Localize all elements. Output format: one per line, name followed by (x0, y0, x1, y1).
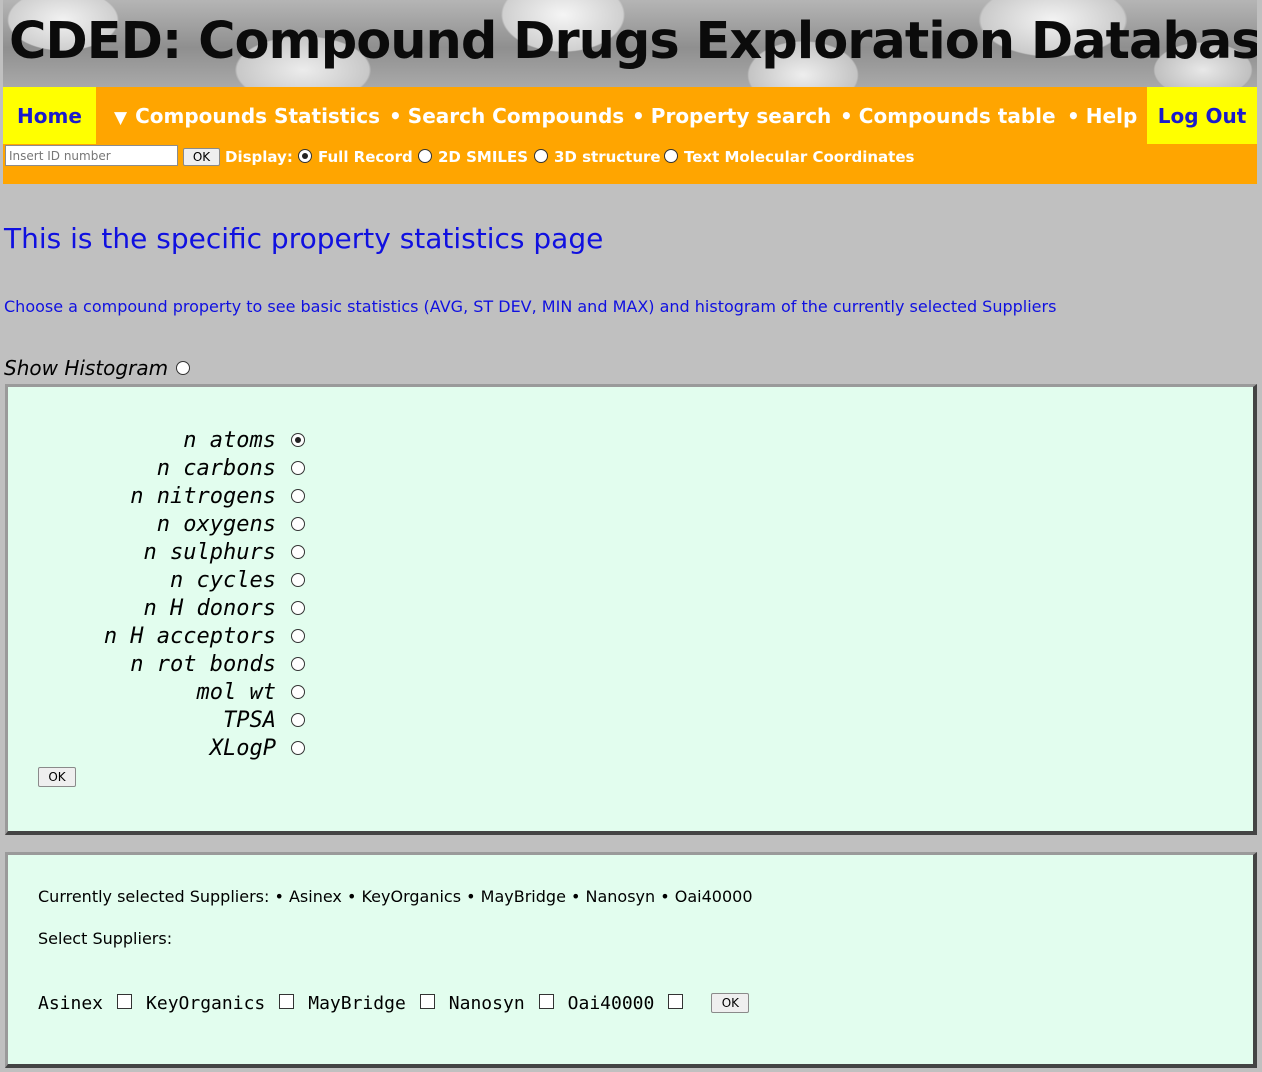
bullet-icon: • (632, 104, 645, 128)
bullet-icon: • (389, 104, 402, 128)
nav-menu: Home ▼ Compounds Statistics • Search Compo… (3, 87, 1257, 144)
property-radio-selected[interactable] (291, 433, 305, 447)
display-toolbar: OK Display: Full Record 2D SMILES 3D str… (3, 144, 1257, 172)
property-radio[interactable] (291, 601, 305, 615)
display-label: Display: (225, 148, 293, 166)
property-row[interactable]: TPSA (8, 707, 328, 735)
suppliers-panel: Currently selected Suppliers: • Asinex •… (5, 852, 1257, 1068)
supplier-label-oai40000[interactable]: Oai40000 (568, 993, 655, 1014)
nav-logout[interactable]: Log Out (1147, 87, 1257, 144)
suppliers-ok-button[interactable]: OK (711, 992, 750, 1013)
show-histogram-option[interactable]: Show Histogram (4, 355, 191, 381)
nav-property-search-label: Property search (650, 104, 832, 128)
property-label: TPSA (223, 708, 276, 733)
page-description: Choose a compound property to see basic … (4, 297, 1057, 316)
property-row[interactable]: n atoms (8, 427, 328, 455)
property-row[interactable]: n oxygens (8, 511, 328, 539)
page-title: This is the specific property statistics… (4, 222, 604, 255)
supplier-label-keyorganics[interactable]: KeyOrganics (146, 993, 265, 1014)
property-label: n carbons (156, 456, 276, 481)
property-radio[interactable] (291, 489, 305, 503)
property-row[interactable]: n H donors (8, 595, 328, 623)
display-option-label: Full Record (318, 148, 413, 166)
show-histogram-radio[interactable] (176, 360, 191, 375)
property-radio[interactable] (291, 741, 305, 755)
property-row[interactable]: n nitrogens (8, 483, 328, 511)
nav-help[interactable]: • Help (1067, 87, 1137, 144)
radio-button-selected[interactable] (298, 149, 312, 163)
display-2d-smiles-option[interactable]: 2D SMILES (418, 144, 528, 170)
navbar: Home ▼ Compounds Statistics • Search Compo… (3, 87, 1257, 184)
property-radio[interactable] (291, 573, 305, 587)
nav-search-compounds-label: Search Compounds (407, 104, 625, 128)
radio-button[interactable] (664, 149, 678, 163)
display-3d-structure-option[interactable]: 3D structure (534, 144, 661, 170)
display-option-label: 2D SMILES (438, 148, 529, 166)
property-list: n atoms n carbons n nitrogens n oxygens … (8, 427, 328, 763)
supplier-checkbox-keyorganics[interactable] (279, 994, 295, 1009)
display-full-record-option[interactable]: Full Record (298, 144, 413, 170)
property-radio[interactable] (291, 545, 305, 559)
property-row[interactable]: XLogP (8, 735, 328, 763)
property-label: n H donors (143, 596, 276, 621)
property-ok-button[interactable]: OK (38, 767, 76, 787)
bullet-icon: • (1067, 104, 1080, 128)
property-panel: n atoms n carbons n nitrogens n oxygens … (5, 384, 1257, 835)
supplier-checkbox-maybridge[interactable] (419, 994, 435, 1009)
property-radio[interactable] (291, 517, 305, 531)
nav-compounds-table-label: Compounds table (858, 104, 1056, 128)
radio-button[interactable] (418, 149, 432, 163)
supplier-checkbox-nanosyn[interactable] (538, 994, 554, 1009)
nav-compounds-statistics-label: Compounds Statistics (135, 104, 381, 128)
property-label: n cycles (170, 568, 276, 593)
supplier-label-nanosyn[interactable]: Nanosyn (449, 993, 525, 1014)
site-title: CDED: Compound Drugs Exploration Databas… (9, 12, 1257, 71)
property-row[interactable]: n carbons (8, 455, 328, 483)
nav-compounds-table[interactable]: • Compounds table (840, 87, 1056, 144)
supplier-label-asinex[interactable]: Asinex (38, 993, 103, 1014)
property-radio[interactable] (291, 657, 305, 671)
nav-home[interactable]: Home (3, 87, 96, 144)
property-label: n nitrogens (130, 484, 276, 509)
display-text-coordinates-option[interactable]: Text Molecular Coordinates (664, 144, 914, 170)
id-ok-button[interactable]: OK (183, 148, 220, 166)
property-label: n oxygens (156, 512, 276, 537)
property-row[interactable]: n H acceptors (8, 623, 328, 651)
property-row[interactable]: n rot bonds (8, 651, 328, 679)
show-histogram-label: Show Histogram (4, 356, 169, 380)
display-option-label: Text Molecular Coordinates (684, 148, 915, 166)
property-radio[interactable] (291, 685, 305, 699)
property-label: n rot bonds (130, 652, 276, 677)
property-label: n atoms (183, 428, 276, 453)
property-radio[interactable] (291, 629, 305, 643)
suppliers-checkbox-row: Asinex KeyOrganics MayBridge Nanosyn Oai4000… (38, 992, 750, 1019)
radio-button[interactable] (534, 149, 548, 163)
bullet-icon: • (840, 104, 853, 128)
property-row[interactable]: n cycles (8, 567, 328, 595)
supplier-label-maybridge[interactable]: MayBridge (308, 993, 406, 1014)
current-suppliers-text: Currently selected Suppliers: • Asinex •… (38, 887, 753, 906)
property-radio[interactable] (291, 713, 305, 727)
nav-help-label: Help (1085, 104, 1138, 128)
property-label: mol wt (196, 680, 276, 705)
id-number-input[interactable] (5, 145, 178, 166)
nav-search-compounds[interactable]: • Search Compounds (389, 87, 624, 144)
property-label: n H acceptors (103, 624, 276, 649)
triangle-down-icon: ▼ (114, 108, 128, 128)
select-suppliers-label: Select Suppliers: (38, 929, 173, 948)
property-radio[interactable] (291, 461, 305, 475)
supplier-checkbox-asinex[interactable] (117, 994, 133, 1009)
property-row[interactable]: n sulphurs (8, 539, 328, 567)
nav-compounds-statistics[interactable]: ▼ Compounds Statistics (114, 87, 380, 144)
display-option-label: 3D structure (554, 148, 661, 166)
nav-property-search[interactable]: • Property search (632, 87, 831, 144)
property-row[interactable]: mol wt (8, 679, 328, 707)
property-label: XLogP (209, 736, 276, 761)
supplier-checkbox-oai40000[interactable] (668, 994, 684, 1009)
property-label: n sulphurs (143, 540, 276, 565)
header-banner: CDED: Compound Drugs Exploration Databas… (3, 0, 1257, 87)
